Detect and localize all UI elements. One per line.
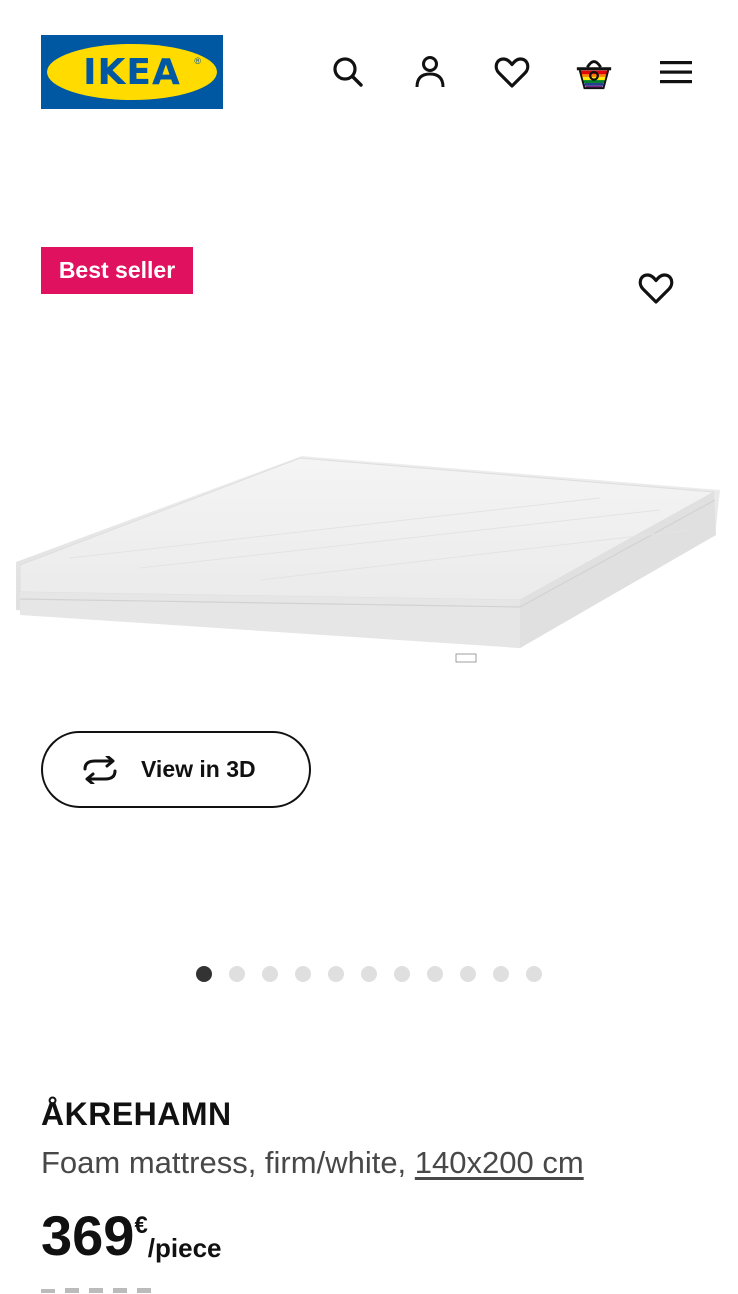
carousel-dot[interactable] [361, 966, 377, 982]
carousel-dot[interactable] [493, 966, 509, 982]
product-description: Foam mattress, firm/white, 140x200 cm [41, 1145, 584, 1181]
product-name: ÅKREHAMN [41, 1096, 232, 1132]
price-amount: 369 [41, 1204, 135, 1267]
rating-row-cutoff [41, 1282, 211, 1294]
logo-registered-mark: ® [194, 56, 201, 66]
carousel-dot[interactable] [394, 966, 410, 982]
view-in-3d-button[interactable]: View in 3D [41, 731, 311, 808]
rotate-3d-icon [79, 755, 121, 785]
view-in-3d-label: View in 3D [141, 756, 256, 782]
carousel-dot[interactable] [295, 966, 311, 982]
site-header: IKEA ® [0, 0, 738, 130]
carousel-dot[interactable] [526, 966, 542, 982]
carousel-dot[interactable] [427, 966, 443, 982]
carousel-dot[interactable] [328, 966, 344, 982]
carousel-dot[interactable] [262, 966, 278, 982]
image-carousel-dots [0, 966, 738, 986]
product-size-link[interactable]: 140x200 cm [415, 1145, 584, 1180]
product-image[interactable] [0, 440, 738, 710]
price-currency: € [134, 1212, 148, 1239]
product-type: Foam mattress, firm/white, [41, 1145, 415, 1180]
menu-icon[interactable] [656, 52, 696, 92]
logo-text: IKEA [83, 51, 181, 93]
product-price: 369 € /piece [41, 1206, 222, 1266]
ikea-logo[interactable]: IKEA ® [41, 35, 223, 109]
carousel-dot[interactable] [196, 966, 212, 982]
account-icon[interactable] [410, 52, 450, 92]
search-icon[interactable] [328, 52, 368, 92]
carousel-dot[interactable] [460, 966, 476, 982]
basket-icon[interactable] [574, 52, 614, 92]
best-seller-badge: Best seller [41, 247, 193, 294]
carousel-dot[interactable] [229, 966, 245, 982]
logo-oval: IKEA ® [47, 44, 217, 100]
heart-icon[interactable] [492, 52, 532, 92]
add-to-favourites-icon[interactable] [634, 266, 678, 310]
price-unit: /piece [147, 1233, 222, 1263]
